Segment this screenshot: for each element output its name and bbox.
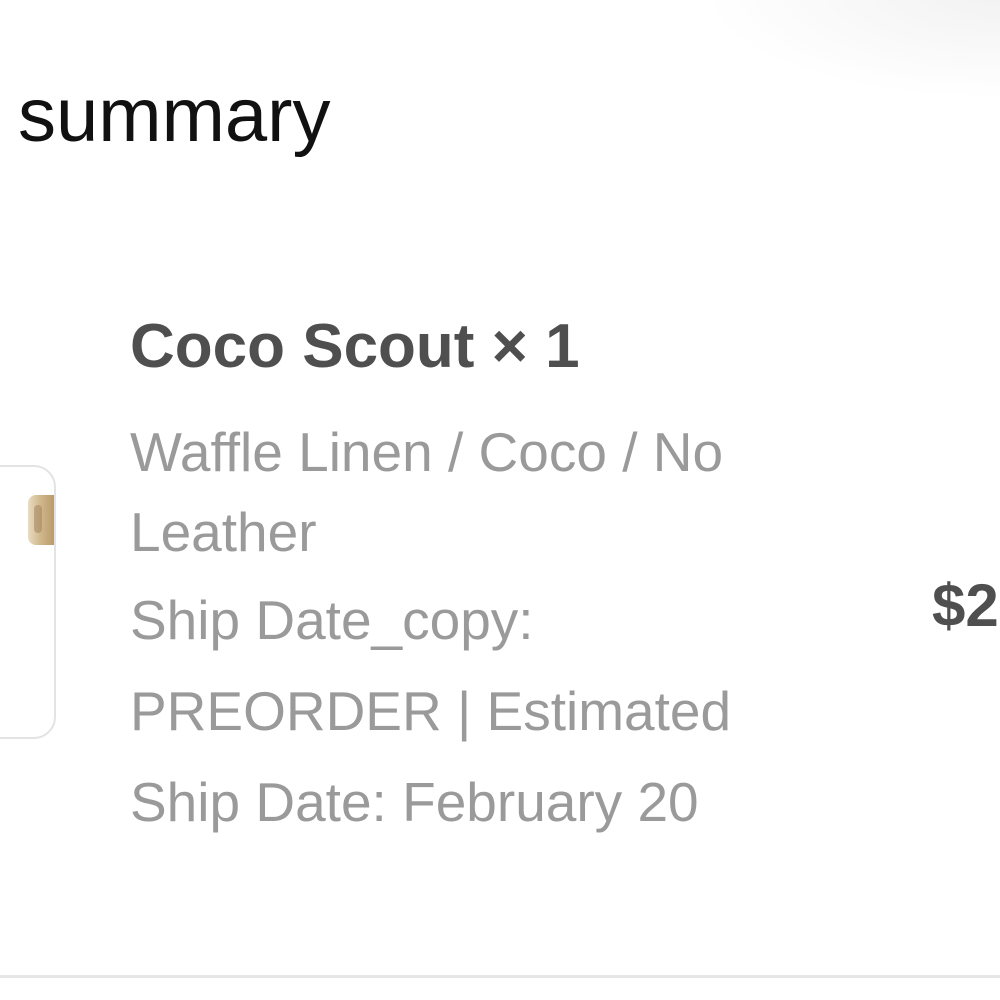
ship-line-2: PREORDER | Estimated [130, 680, 732, 742]
variant-line-1: Waffle Linen / Coco / No [130, 421, 724, 483]
item-name: Coco Scout × 1 [130, 312, 580, 381]
section-title: summary [18, 73, 331, 158]
variant-line-2: Leather [130, 501, 317, 563]
item-price: $2 [932, 572, 999, 639]
line-item: Coco Scout × 1 Waffle Linen / Coco / No … [0, 300, 1000, 860]
order-summary-page: summary Coco Scout × 1 Waffle Linen / Co… [0, 0, 1000, 1000]
bottom-divider [0, 975, 1000, 978]
top-shade [700, 0, 1000, 100]
item-variant: Waffle Linen / Coco / No Leather [130, 412, 850, 572]
ship-line-3: Ship Date: February 20 [130, 771, 699, 833]
ship-line-1: Ship Date_copy: [130, 589, 534, 651]
product-thumbnail [0, 465, 56, 739]
product-image [28, 495, 54, 545]
item-ship-info: Ship Date_copy: PREORDER | Estimated Shi… [130, 575, 850, 848]
